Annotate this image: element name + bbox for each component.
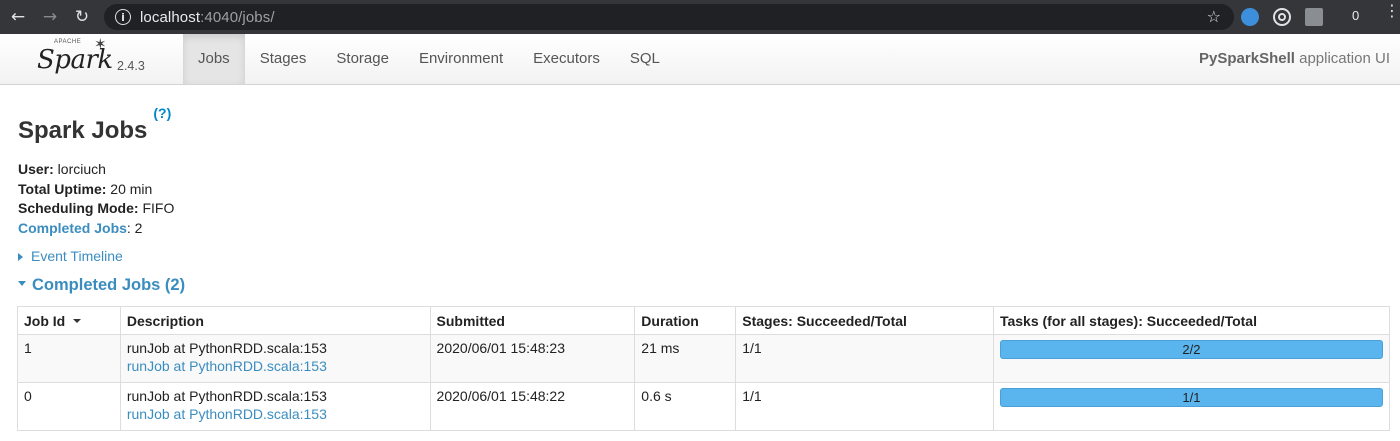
cell-description: runJob at PythonRDD.scala:153 runJob at P…	[119, 382, 431, 431]
address-bar[interactable]: i localhost:4040/jobs/ ☆	[104, 4, 1234, 30]
tab-executors[interactable]: Executors	[518, 34, 615, 84]
scheduling-row: Scheduling Mode: FIFO	[18, 199, 174, 219]
extension-icon[interactable]	[1305, 8, 1323, 26]
forward-icon[interactable]: →	[39, 6, 61, 28]
header-job-id[interactable]: Job Id	[17, 306, 121, 335]
page-title: Spark Jobs (?)	[18, 105, 171, 145]
extension-count: 0	[1352, 8, 1360, 23]
url-path: :4040/jobs/	[200, 8, 275, 26]
header-duration[interactable]: Duration	[634, 306, 737, 335]
user-value: lorciuch	[53, 161, 106, 177]
event-timeline-label: Event Timeline	[31, 248, 123, 264]
cell-tasks: 2/2	[992, 334, 1391, 383]
browser-toolbar: ← → ↻ i localhost:4040/jobs/ ☆ 0 ⋮	[0, 0, 1400, 34]
collapse-arrow-icon	[18, 281, 26, 287]
back-icon[interactable]: ←	[7, 6, 29, 28]
app-name-bold: PySparkShell	[1199, 50, 1295, 67]
table-row: 0 runJob at PythonRDD.scala:153 runJob at…	[17, 382, 1391, 431]
tab-sql[interactable]: SQL	[615, 34, 675, 84]
cell-job-id: 1	[17, 334, 121, 383]
url-host: localhost	[140, 8, 201, 26]
sort-desc-icon	[73, 318, 82, 323]
description-link[interactable]: runJob at PythonRDD.scala:153	[127, 358, 424, 374]
info-icon[interactable]: i	[115, 9, 131, 25]
description-link[interactable]: runJob at PythonRDD.scala:153	[127, 406, 424, 422]
uptime-label: Total Uptime:	[18, 180, 107, 197]
url-text[interactable]: localhost:4040/jobs/	[140, 9, 275, 26]
reload-icon[interactable]: ↻	[71, 6, 93, 28]
table-row: 1 runJob at PythonRDD.scala:153 runJob at…	[17, 334, 1391, 383]
spark-version: 2.4.3	[117, 59, 145, 73]
cell-job-id: 0	[17, 382, 121, 431]
completed-jobs-toggle[interactable]: Completed Jobs (2)	[18, 276, 185, 295]
completed-jobs-title: Completed Jobs (2)	[32, 276, 186, 294]
uptime-value: 20 min	[106, 180, 153, 197]
extension-icon[interactable]	[1241, 8, 1259, 26]
help-link[interactable]: (?)	[153, 105, 171, 121]
scheduling-value: FIFO	[138, 200, 175, 216]
app-name: PySparkShell application UI	[1199, 50, 1390, 67]
tasks-progress-bar: 1/1	[999, 388, 1383, 407]
tab-environment[interactable]: Environment	[404, 34, 518, 84]
nav-tabs: Jobs Stages Storage Environment Executor…	[183, 34, 675, 84]
cell-duration: 21 ms	[634, 334, 737, 383]
uptime-row: Total Uptime: 20 min	[18, 180, 174, 200]
completed-jobs-table: Job Id Description Submitted Duration St…	[17, 306, 1391, 431]
cell-tasks: 1/1	[992, 382, 1391, 431]
spark-logo[interactable]: APACHE Spark ✶ 2.4.3	[36, 35, 161, 81]
header-job-id-label: Job Id	[24, 312, 66, 329]
expand-arrow-icon	[18, 253, 23, 261]
description-text: runJob at PythonRDD.scala:153	[126, 388, 327, 404]
star-icon[interactable]: ☆	[1207, 7, 1221, 26]
tasks-progress-bar: 2/2	[999, 340, 1383, 359]
cell-stages: 1/1	[735, 382, 994, 431]
cell-duration: 0.6 s	[634, 382, 737, 431]
tab-stages[interactable]: Stages	[245, 34, 322, 84]
cell-submitted: 2020/06/01 15:48:22	[429, 382, 636, 431]
cell-stages: 1/1	[735, 334, 994, 383]
table-header: Job Id Description Submitted Duration St…	[17, 306, 1391, 335]
user-row: User: lorciuch	[18, 160, 174, 180]
header-tasks[interactable]: Tasks (for all stages): Succeeded/Total	[992, 306, 1391, 335]
spark-navbar: APACHE Spark ✶ 2.4.3 Jobs Stages Storage…	[0, 34, 1400, 85]
tab-jobs[interactable]: Jobs	[183, 34, 245, 84]
cell-description: runJob at PythonRDD.scala:153 runJob at P…	[119, 334, 431, 383]
completed-jobs-count: : 2	[126, 219, 143, 236]
completed-row: Completed Jobs: 2	[18, 219, 174, 239]
header-description[interactable]: Description	[119, 306, 431, 335]
header-stages[interactable]: Stages: Succeeded/Total	[735, 306, 994, 335]
description-text: runJob at PythonRDD.scala:153	[126, 340, 327, 356]
tab-storage[interactable]: Storage	[321, 34, 404, 84]
completed-jobs-link[interactable]: Completed Jobs	[18, 220, 127, 236]
progress-label: 2/2	[1182, 342, 1201, 357]
page-title-text: Spark Jobs	[18, 117, 148, 144]
logo-star-icon: ✶	[94, 35, 107, 53]
menu-icon[interactable]: ⋮	[1384, 3, 1400, 19]
summary-info: User: lorciuch Total Uptime: 20 min Sche…	[18, 160, 174, 238]
cell-submitted: 2020/06/01 15:48:23	[429, 334, 636, 383]
scheduling-label: Scheduling Mode:	[18, 200, 139, 216]
app-name-rest: application UI	[1294, 50, 1390, 67]
progress-label: 1/1	[1182, 390, 1201, 405]
event-timeline-toggle[interactable]: Event Timeline	[18, 248, 123, 264]
header-submitted[interactable]: Submitted	[429, 306, 636, 335]
extension-icon[interactable]	[1273, 8, 1291, 26]
user-label: User:	[18, 161, 54, 177]
